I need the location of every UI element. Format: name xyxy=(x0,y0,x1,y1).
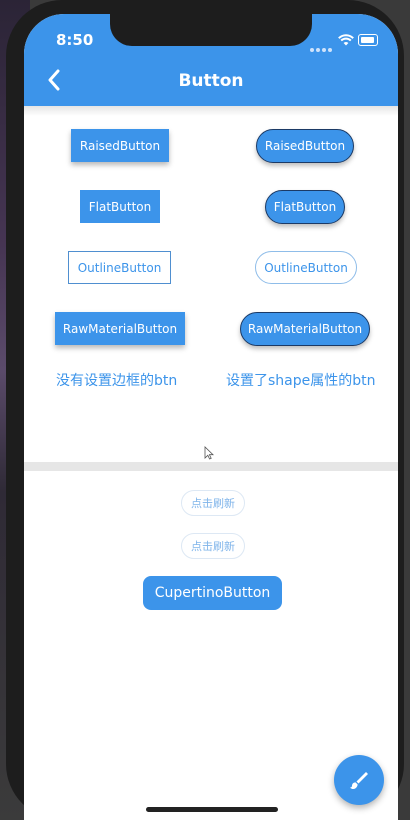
rounded-flat-button[interactable]: FlatButton xyxy=(265,190,345,224)
refresh-button[interactable]: 点击刷新 xyxy=(181,490,245,516)
app-bar-shadow xyxy=(24,106,398,116)
status-time: 8:50 xyxy=(56,31,94,49)
signal-dots-icon xyxy=(310,37,334,56)
caption-no-border: 没有设置边框的btn xyxy=(56,373,178,389)
raised-button[interactable]: RaisedButton xyxy=(71,129,169,162)
rounded-raw-material-button[interactable]: RawMaterialButton xyxy=(240,312,370,346)
section-divider xyxy=(24,462,398,471)
phone-notch xyxy=(110,14,312,46)
raw-material-button[interactable]: RawMaterialButton xyxy=(55,312,185,345)
phone-frame: 8:50 Button RaisedButton FlatButton Outl… xyxy=(6,0,404,820)
app-screen: 8:50 Button RaisedButton FlatButton Outl… xyxy=(24,14,398,820)
rounded-outline-button[interactable]: OutlineButton xyxy=(255,251,357,284)
cupertino-button[interactable]: CupertinoButton xyxy=(143,576,282,610)
outline-button[interactable]: OutlineButton xyxy=(68,251,171,284)
floating-action-button[interactable] xyxy=(334,755,384,805)
wifi-icon xyxy=(338,34,354,46)
refresh-button-disabled[interactable]: 点击刷新 xyxy=(181,533,245,559)
mouse-cursor-icon xyxy=(204,446,214,460)
home-indicator[interactable] xyxy=(146,807,278,812)
brush-icon xyxy=(350,772,368,790)
rounded-raised-button[interactable]: RaisedButton xyxy=(256,129,354,163)
flat-button[interactable]: FlatButton xyxy=(80,190,160,223)
battery-icon xyxy=(358,34,378,46)
page-title: Button xyxy=(178,71,244,91)
status-icons xyxy=(310,33,380,52)
caption-with-shape: 设置了shape属性的btn xyxy=(226,373,376,389)
